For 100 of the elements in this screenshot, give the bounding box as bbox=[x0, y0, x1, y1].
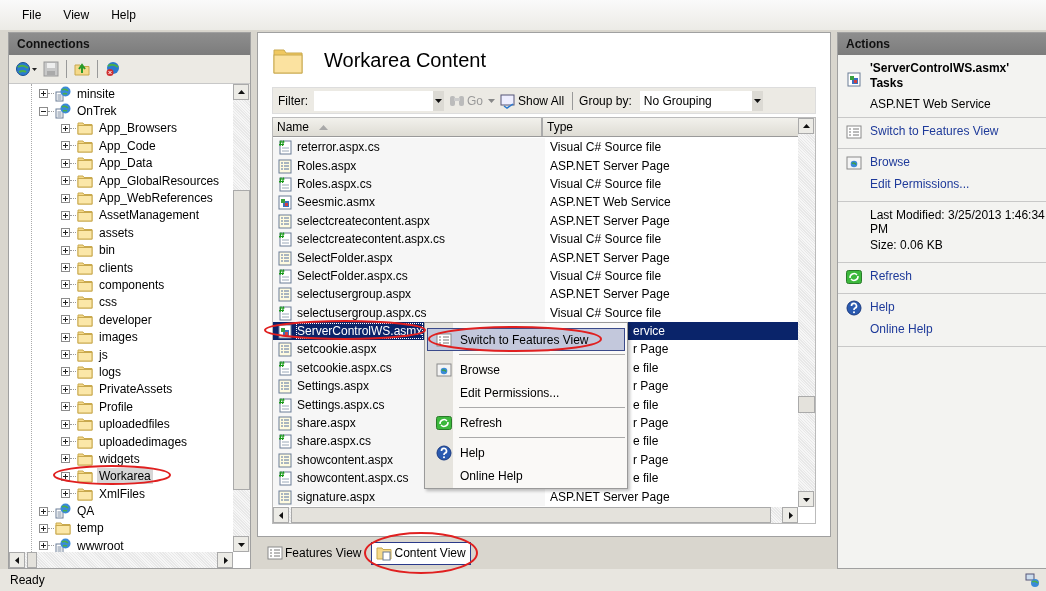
tree-item[interactable]: temp bbox=[75, 520, 106, 537]
tree-item[interactable]: uploadedimages bbox=[97, 433, 190, 450]
column-header[interactable]: Type bbox=[543, 118, 573, 136]
tree-item[interactable]: OnTrek bbox=[75, 103, 119, 120]
expander-icon[interactable] bbox=[61, 193, 70, 203]
expander-icon[interactable] bbox=[61, 384, 70, 394]
network-icon bbox=[1024, 572, 1040, 588]
menu-item[interactable]: Online Help bbox=[427, 464, 625, 487]
expander-icon[interactable] bbox=[39, 541, 48, 551]
folder-icon bbox=[77, 155, 93, 172]
action-link[interactable]: Help bbox=[870, 300, 895, 314]
scroll-thumb[interactable] bbox=[798, 396, 815, 413]
file-name: Seesmic.asmx bbox=[297, 195, 376, 210]
disconnect-globe-icon[interactable] bbox=[105, 61, 121, 77]
scroll-arrow-icon[interactable] bbox=[236, 87, 246, 97]
globe-dropdown-icon[interactable] bbox=[15, 61, 39, 77]
tree-item[interactable]: minsite bbox=[75, 85, 117, 102]
tree-item[interactable]: widgets bbox=[97, 450, 142, 467]
expander-icon[interactable] bbox=[39, 106, 48, 116]
expander-icon[interactable] bbox=[61, 437, 70, 446]
expander-icon[interactable] bbox=[61, 297, 70, 307]
view-tab[interactable]: Content View bbox=[371, 541, 471, 565]
expander-icon[interactable] bbox=[61, 350, 70, 360]
scroll-thumb[interactable] bbox=[27, 552, 37, 568]
menu-item[interactable]: Help bbox=[111, 8, 136, 22]
show-all-button[interactable]: Show All bbox=[498, 92, 567, 109]
tree-item[interactable]: assets bbox=[97, 224, 136, 241]
dropdown-arrow-icon[interactable] bbox=[753, 98, 761, 103]
scroll-thumb[interactable] bbox=[233, 190, 250, 490]
expander-icon[interactable] bbox=[61, 176, 70, 186]
expander-icon[interactable] bbox=[61, 332, 70, 342]
tree-item[interactable]: Profile bbox=[97, 398, 135, 415]
menu-item[interactable]: Browse bbox=[427, 358, 625, 381]
expander-icon[interactable] bbox=[61, 280, 70, 290]
panel-header: Actions bbox=[838, 33, 1046, 55]
tree-item[interactable]: uploadedfiles bbox=[97, 416, 172, 433]
file-type: r Page bbox=[633, 416, 669, 431]
horizontal-scrollbar[interactable] bbox=[9, 552, 233, 568]
tree-item[interactable]: logs bbox=[97, 363, 123, 380]
expander-icon[interactable] bbox=[61, 123, 70, 133]
expander-icon[interactable] bbox=[61, 367, 70, 377]
expander-icon[interactable] bbox=[61, 158, 70, 168]
tree-item[interactable]: AssetManagement bbox=[97, 207, 202, 224]
tree-item[interactable]: images bbox=[97, 329, 140, 346]
tree-item[interactable]: App_Code bbox=[97, 137, 158, 154]
tree-item[interactable]: Workarea bbox=[97, 468, 153, 485]
page-file-icon bbox=[277, 378, 293, 395]
tree-item[interactable]: App_WebReferences bbox=[97, 190, 215, 207]
tree-item[interactable]: PrivateAssets bbox=[97, 381, 175, 398]
scroll-arrow-icon[interactable] bbox=[12, 555, 22, 565]
tree-item[interactable]: js bbox=[97, 346, 110, 363]
menu-item[interactable]: File bbox=[22, 8, 42, 22]
folder-up-icon[interactable] bbox=[74, 61, 90, 77]
folder-icon bbox=[77, 172, 93, 189]
action-link[interactable]: Browse bbox=[870, 155, 910, 169]
menu-item[interactable]: Edit Permissions... bbox=[427, 381, 625, 404]
action-link[interactable]: Edit Permissions... bbox=[870, 177, 970, 191]
expander-icon[interactable] bbox=[61, 315, 70, 325]
action-link[interactable]: Online Help bbox=[870, 322, 933, 336]
scrollbar[interactable] bbox=[798, 118, 815, 507]
expander-icon[interactable] bbox=[61, 245, 70, 255]
expander-icon[interactable] bbox=[61, 402, 70, 412]
expander-icon[interactable] bbox=[39, 89, 48, 99]
tree-item[interactable]: App_GlobalResources bbox=[97, 172, 222, 189]
scroll-arrow-icon[interactable] bbox=[801, 121, 811, 131]
page-file-icon bbox=[277, 451, 293, 468]
folder-icon bbox=[77, 120, 93, 137]
action-link[interactable]: Refresh bbox=[870, 269, 913, 283]
expander-icon[interactable] bbox=[39, 506, 48, 516]
menu-item[interactable]: Refresh bbox=[427, 411, 625, 434]
tree-item[interactable]: wwwroot bbox=[75, 537, 126, 552]
view-tab[interactable]: Features View bbox=[263, 541, 366, 565]
expander-icon[interactable] bbox=[61, 141, 70, 151]
menu-item[interactable]: View bbox=[63, 8, 90, 22]
column-header[interactable]: Name bbox=[273, 118, 543, 136]
action-link[interactable]: Switch to Features View bbox=[870, 124, 999, 138]
tree-item[interactable]: bin bbox=[97, 242, 117, 259]
expander-icon[interactable] bbox=[39, 523, 48, 533]
tree-item[interactable]: clients bbox=[97, 259, 135, 276]
expander-icon[interactable] bbox=[61, 263, 70, 273]
group-by-dropdown[interactable]: No Grouping bbox=[639, 90, 763, 111]
tree-item[interactable]: QA bbox=[75, 503, 97, 520]
menu-item[interactable]: Help bbox=[427, 441, 625, 464]
tree-item[interactable]: XmlFiles bbox=[97, 485, 147, 502]
tree-item[interactable]: css bbox=[97, 294, 119, 311]
expander-icon[interactable] bbox=[61, 471, 70, 481]
scrollbar[interactable] bbox=[233, 84, 250, 552]
scroll-arrow-icon[interactable] bbox=[276, 510, 286, 520]
dropdown-arrow-icon[interactable] bbox=[435, 98, 442, 103]
file-type: Visual C# Source file bbox=[550, 176, 662, 191]
tree-item[interactable]: App_Data bbox=[97, 155, 155, 172]
expander-icon[interactable] bbox=[61, 419, 70, 429]
expander-icon[interactable] bbox=[61, 454, 70, 464]
expander-icon[interactable] bbox=[61, 228, 70, 238]
tree-item[interactable]: components bbox=[97, 277, 167, 293]
expander-icon[interactable] bbox=[61, 210, 70, 220]
expander-icon[interactable] bbox=[61, 489, 70, 499]
tree-item[interactable]: App_Browsers bbox=[97, 120, 180, 137]
folder-icon bbox=[77, 346, 93, 363]
tree-item[interactable]: developer bbox=[97, 311, 154, 328]
